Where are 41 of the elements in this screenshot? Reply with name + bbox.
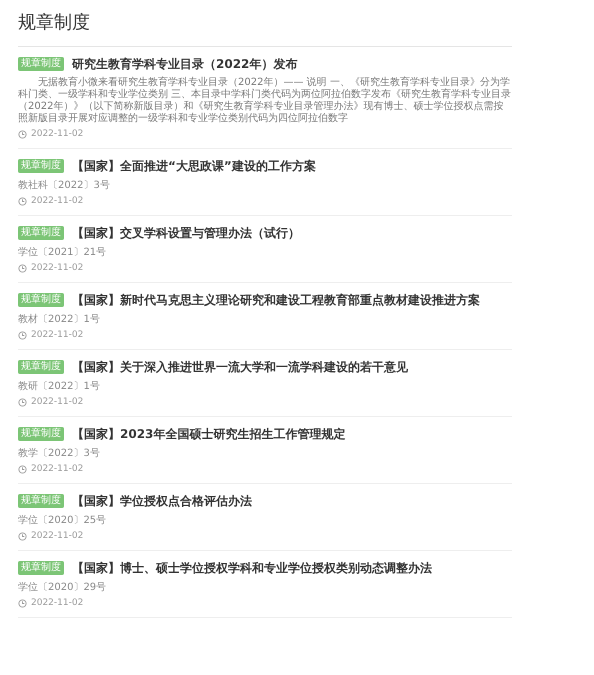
category-badge: 规章制度 <box>18 226 64 240</box>
article-title[interactable]: 【国家】新时代马克思主义理论研究和建设工程教育部重点教材建设推进方案 <box>72 292 480 308</box>
article-title[interactable]: 【国家】关于深入推进世界一流大学和一流学科建设的若干意见 <box>72 359 408 375</box>
document-number: 教材〔2022〕1号 <box>18 313 101 326</box>
article-summary: 无据教育小微来看研究生教育学科专业目录（2022年）—— 说明 一、《研究生教育学科专业目录》分为学科门类、一级学科和专业学位类别 三、本目录中学科门类代码为两位阿拉伯数字发布《研究生教育学科专业目录（2022年）》（以下简称新版目录）和《研究生教育学科专业目录管理办法》现有博士、硕士学位授权点需按照新版目录开展对应调整的一级学科和专业学位类别代码为四位阿拉伯数字 <box>18 77 512 125</box>
publish-date: 2022-11-02 <box>31 597 84 610</box>
publish-date: 2022-11-02 <box>31 262 84 275</box>
document-number: 学位〔2021〕21号 <box>18 246 108 259</box>
page-title: 规章制度 <box>18 10 512 47</box>
category-badge: 规章制度 <box>18 360 64 374</box>
clock-icon <box>18 264 27 273</box>
category-badge: 规章制度 <box>18 159 64 173</box>
article-title[interactable]: 【国家】博士、硕士学位授权学科和专业学位授权类别动态调整办法 <box>72 560 432 576</box>
clock-icon <box>18 331 27 340</box>
category-badge: 规章制度 <box>18 57 64 71</box>
category-badge: 规章制度 <box>18 494 64 508</box>
document-number: 学位〔2020〕25号 <box>18 514 108 527</box>
document-number: 教研〔2022〕1号 <box>18 380 101 393</box>
publish-date: 2022-11-02 <box>31 128 84 141</box>
category-badge: 规章制度 <box>18 561 64 575</box>
article-title[interactable]: 【国家】交叉学科设置与管理办法（试行） <box>72 225 300 241</box>
clock-icon <box>18 532 27 541</box>
category-badge: 规章制度 <box>18 293 64 307</box>
publish-date: 2022-11-02 <box>31 396 84 409</box>
publish-date: 2022-11-02 <box>31 463 84 476</box>
publish-date: 2022-11-02 <box>31 329 84 342</box>
article-title[interactable]: 【国家】全面推进“大思政课”建设的工作方案 <box>72 158 316 174</box>
category-badge: 规章制度 <box>18 427 64 441</box>
article-title[interactable]: 【国家】学位授权点合格评估办法 <box>72 493 252 509</box>
clock-icon <box>18 465 27 474</box>
publish-date: 2022-11-02 <box>31 195 84 208</box>
clock-icon <box>18 130 27 139</box>
clock-icon <box>18 197 27 206</box>
document-number: 学位〔2020〕29号 <box>18 581 108 594</box>
document-number: 教社科〔2022〕3号 <box>18 179 111 192</box>
clock-icon <box>18 398 27 407</box>
article-title[interactable]: 研究生教育学科专业目录（2022年）发布 <box>72 56 298 72</box>
clock-icon <box>18 599 27 608</box>
publish-date: 2022-11-02 <box>31 530 84 543</box>
document-number: 教学〔2022〕3号 <box>18 447 101 460</box>
article-title[interactable]: 【国家】2023年全国硕士研究生招生工作管理规定 <box>72 426 346 442</box>
